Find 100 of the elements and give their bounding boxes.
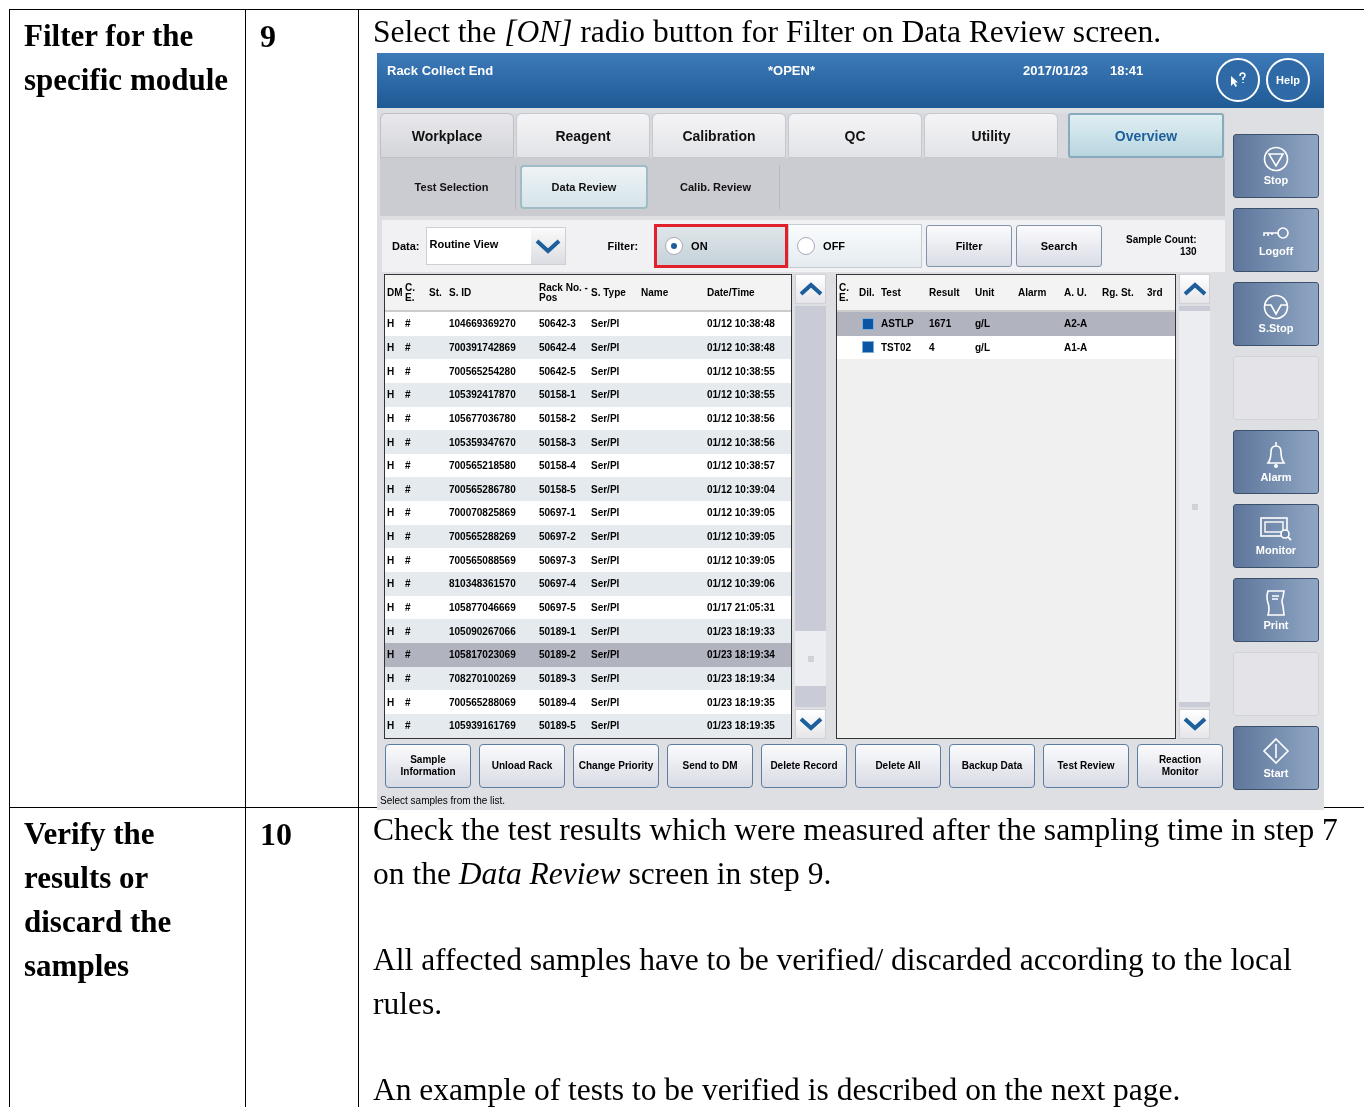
table-cell-text: # — [404, 507, 412, 519]
table-cell-text: 01/23 18:19:34 — [706, 649, 776, 661]
main-tab[interactable]: QC — [788, 113, 922, 158]
table-cell-text: 50642-4 — [538, 341, 577, 353]
help-button[interactable]: Help — [1266, 58, 1310, 102]
sample-row[interactable]: H # 700070825869 50697-1 Ser/Pl 01/12 10:39:05 — [385, 501, 791, 525]
table-cell-text: H — [386, 318, 396, 330]
column-header: DM — [386, 287, 403, 298]
action-button[interactable]: Reaction Monitor — [1137, 744, 1223, 788]
table-cell-text: Ser/Pl — [590, 318, 621, 330]
instruction-text: An example of tests to be verified is described on the next page. — [373, 1071, 1182, 1107]
sub-tab[interactable]: Data Review — [520, 165, 648, 209]
status-message: Select samples from the list. — [380, 795, 507, 806]
sample-row[interactable]: H # 105877046669 50697-5 Ser/Pl 01/17 21:05:31 — [385, 595, 791, 620]
table-cell-text: ASTLP — [880, 318, 915, 330]
table-cell-text: 700565218580 — [448, 460, 517, 472]
sample-row[interactable]: H # 700391742869 50642-4 Ser/Pl 01/12 10:38:48 — [385, 335, 791, 360]
result-row[interactable]: TST02 4 g/L A1-A — [837, 335, 1175, 360]
table-cell-text: # — [404, 649, 412, 661]
column-header: Date/Time — [706, 287, 756, 298]
column-header: S. Type — [590, 287, 627, 298]
sample-row[interactable]: H # 700565254280 50642-5 Ser/Pl 01/12 10:38:55 — [385, 359, 791, 383]
table-cell-text: 50189-5 — [538, 720, 577, 732]
action-button[interactable]: Delete All — [855, 744, 941, 788]
scrollbar-thumb[interactable] — [795, 631, 826, 686]
table-cell-text: Ser/Pl — [590, 672, 621, 684]
table-cell-text: 50697-3 — [538, 554, 577, 566]
scroll-down-button[interactable] — [1179, 709, 1210, 739]
sample-row[interactable]: H # 700565288069 50189-4 Ser/Pl 01/23 18:19:35 — [385, 690, 791, 714]
sub-tab[interactable]: Test Selection — [388, 165, 516, 209]
table-cell-text: 01/23 18:19:33 — [706, 625, 776, 637]
column-header: Name — [640, 287, 670, 298]
sample-row[interactable]: H # 810348361570 50697-4 Ser/Pl 01/12 10:39:06 — [385, 572, 791, 596]
table-cell-text: 700565088569 — [448, 554, 517, 566]
action-button[interactable]: Change Priority — [573, 744, 659, 788]
action-button[interactable]: Send to DM — [667, 744, 753, 788]
table-cell-text: A1-A — [1063, 341, 1089, 353]
sample-row[interactable]: H # 700565286780 50158-5 Ser/Pl 01/12 10:39:04 — [385, 477, 791, 502]
table-cell-text: 50697-4 — [538, 578, 577, 590]
column-header: Rack No. - Pos — [538, 282, 589, 303]
table-cell-text: # — [404, 625, 412, 637]
table-cell-text: H — [386, 649, 396, 661]
sample-row[interactable]: H # 700565288269 50697-2 Ser/Pl 01/12 10:39:05 — [385, 524, 791, 549]
sample-row[interactable]: H # 105677036780 50158-2 Ser/Pl 01/12 10:38:56 — [385, 406, 791, 431]
column-header: Dil. — [858, 287, 876, 298]
sample-row[interactable]: H # 700565088569 50697-3 Ser/Pl 01/12 10:39:05 — [385, 548, 791, 573]
scroll-down-button[interactable] — [795, 709, 826, 739]
stop-circle-icon — [1262, 294, 1290, 320]
action-button[interactable]: Test Review — [1043, 744, 1129, 788]
action-button[interactable]: Sample Information — [385, 744, 471, 788]
data-label: Data: — [392, 240, 420, 252]
action-button[interactable]: Unload Rack — [479, 744, 565, 788]
table-cell-text: Ser/Pl — [590, 460, 621, 472]
context-help-button[interactable] — [1216, 58, 1260, 102]
sample-row[interactable]: H # 708270100269 50189-3 Ser/Pl 01/23 18:19:34 — [385, 666, 791, 691]
action-button[interactable]: Delete Record — [761, 744, 847, 788]
table-cell-text: H — [386, 672, 396, 684]
sub-tab[interactable]: Calib. Review — [652, 165, 780, 209]
filter-radio[interactable]: OFF — [788, 224, 923, 268]
main-tab[interactable]: Overview — [1068, 113, 1224, 158]
table-cell-text: 01/23 18:19:35 — [706, 720, 776, 732]
scroll-up-button[interactable] — [795, 274, 826, 304]
table-cell-text: Ser/Pl — [590, 625, 621, 637]
sample-row[interactable]: H # 105392417870 50158-1 Ser/Pl 01/12 10:38:55 — [385, 382, 791, 407]
main-tab[interactable]: Workplace — [380, 113, 514, 158]
table-cell-text: Ser/Pl — [590, 554, 621, 566]
table-cell-text: Ser/Pl — [590, 578, 621, 590]
table-cell-text: H — [386, 341, 396, 353]
table-cell-text: 50697-2 — [538, 531, 577, 543]
sample-row[interactable]: H # 105939161769 50189-5 Ser/Pl 01/23 18:19:35 — [385, 713, 791, 738]
sample-row[interactable]: H # 105359347670 50158-3 Ser/Pl 01/12 10:38:56 — [385, 430, 791, 454]
main-tab[interactable]: Reagent — [516, 113, 650, 158]
main-tab[interactable]: Utility — [924, 113, 1058, 158]
column-header: St. — [428, 287, 443, 298]
filter-radio[interactable]: ON — [654, 224, 789, 268]
main-tab[interactable]: Calibration — [652, 113, 786, 158]
table-cell-text: 700565288269 — [448, 531, 517, 543]
table-cell-text: 50189-4 — [538, 696, 577, 708]
table-cell-text: Ser/Pl — [590, 483, 621, 495]
data-dropdown[interactable]: Routine View — [425, 227, 566, 265]
table-cell-text: H — [386, 507, 396, 519]
sample-row[interactable]: H # 105090267066 50189-1 Ser/Pl 01/23 18:19:33 — [385, 619, 791, 643]
sample-row[interactable]: H # 104669369270 50642-3 Ser/Pl 01/12 10:38:48 — [385, 312, 791, 336]
table-cell-text: # — [404, 436, 412, 448]
sample-row[interactable]: H # 700565218580 50158-4 Ser/Pl 01/12 10:38:57 — [385, 453, 791, 478]
search-button[interactable]: Search — [1016, 225, 1103, 267]
filter-button[interactable]: Filter — [926, 225, 1013, 267]
table-cell-text: 01/12 10:38:57 — [706, 460, 776, 472]
sample-row[interactable]: H # 105817023069 50189-2 Ser/Pl 01/23 18:19:34 — [385, 642, 791, 667]
table-cell-text: Ser/Pl — [590, 412, 621, 424]
table-cell-text: # — [404, 578, 412, 590]
action-button[interactable]: Backup Data — [949, 744, 1035, 788]
sample-count-label: Sample Count: — [1126, 234, 1197, 246]
instruction-text: Check the test results which were measured after the sampling time in step 7 on the Data Review screen in step 9. — [373, 811, 1339, 893]
table-cell-text: # — [404, 483, 412, 495]
table-cell-text: 01/12 10:39:05 — [706, 507, 776, 519]
scroll-up-button[interactable] — [1179, 274, 1210, 304]
scrollbar-thumb[interactable] — [1179, 311, 1210, 702]
result-row[interactable]: ASTLP 1671 g/L A2-A — [837, 312, 1175, 336]
table-cell-text: 4 — [928, 341, 936, 353]
